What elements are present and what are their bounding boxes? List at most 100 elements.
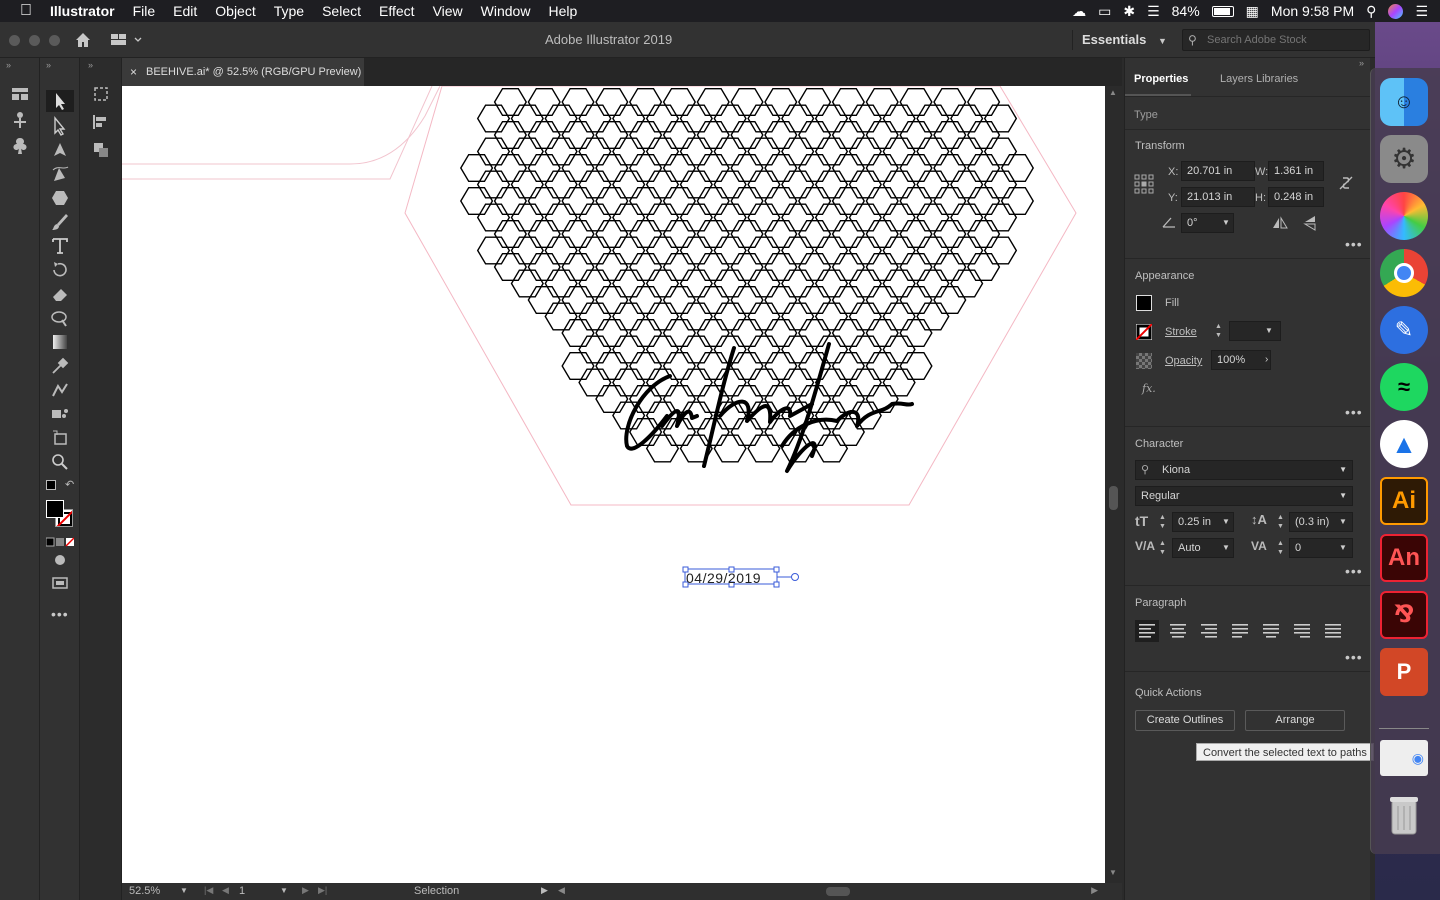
- hexagon-cell[interactable]: [797, 153, 832, 183]
- hexagon-cell[interactable]: [831, 318, 866, 347]
- artwork[interactable]: 04/29/2019: [122, 86, 1105, 883]
- hexagon-cell[interactable]: [966, 186, 1001, 216]
- hexagon-cell[interactable]: [679, 170, 713, 199]
- opacity-label[interactable]: Opacity: [1165, 355, 1202, 367]
- window-close-button[interactable]: [9, 35, 20, 46]
- hexagon-cell[interactable]: [899, 153, 933, 183]
- hexagon-cell[interactable]: [662, 219, 697, 249]
- hexagon-cell[interactable]: [612, 302, 646, 331]
- hexagon-cell[interactable]: [764, 153, 798, 183]
- justify-all-icon[interactable]: [1321, 620, 1345, 642]
- first-artboard-icon[interactable]: |◀: [204, 885, 213, 896]
- hexagon-cell[interactable]: [899, 186, 933, 216]
- effects-fx-icon[interactable]: fx.: [1142, 382, 1156, 395]
- hexagon-cell[interactable]: [696, 153, 730, 183]
- hexagon-cell[interactable]: [679, 269, 713, 298]
- wifi-icon[interactable]: ☰: [1147, 3, 1160, 20]
- hexagon-cell[interactable]: [679, 302, 713, 331]
- hexagon-cell[interactable]: [493, 252, 528, 282]
- hexagon-cell[interactable]: [696, 121, 730, 149]
- hexagon-cell[interactable]: [730, 352, 764, 380]
- hexagon-cell[interactable]: [628, 219, 663, 249]
- hexagon-cell[interactable]: [865, 318, 899, 347]
- hexagon-cell[interactable]: [966, 121, 1001, 149]
- hexagon-cell[interactable]: [730, 219, 764, 249]
- hexagon-cell[interactable]: [848, 170, 882, 199]
- scroll-up-icon[interactable]: ▲: [1109, 88, 1117, 97]
- shape-builder-tool-icon[interactable]: [50, 308, 70, 328]
- hexagon-cell[interactable]: [662, 153, 697, 183]
- hexagon-cell[interactable]: [899, 318, 933, 347]
- hexagon-cell[interactable]: [781, 137, 815, 166]
- hexagon-cell[interactable]: [578, 269, 612, 298]
- hexagon-cell[interactable]: [595, 352, 629, 380]
- align-center-icon[interactable]: [1166, 620, 1190, 642]
- hexagon-cell[interactable]: [966, 88, 1001, 116]
- hexagon-cell[interactable]: [747, 368, 781, 397]
- default-colors-icon[interactable]: [46, 480, 56, 490]
- hexagon-cell[interactable]: [645, 368, 680, 397]
- hexagon-cell[interactable]: [628, 121, 663, 149]
- menu-file[interactable]: File: [124, 0, 165, 22]
- stroke-weight-stepper[interactable]: ▲ ▼: [1215, 322, 1229, 342]
- window-zoom-button[interactable]: [49, 35, 60, 46]
- hexagon-cell[interactable]: [797, 88, 832, 116]
- hexagon-cell[interactable]: [831, 352, 866, 380]
- flip-horizontal-icon[interactable]: [1272, 215, 1288, 231]
- hexagon-cell[interactable]: [493, 88, 528, 116]
- airplay-icon[interactable]: ▭: [1098, 3, 1111, 20]
- hexagon-cell[interactable]: [730, 88, 764, 116]
- menu-illustrator[interactable]: Illustrator: [41, 0, 124, 22]
- hexagon-cell[interactable]: [797, 219, 832, 249]
- canvas[interactable]: 04/29/2019: [122, 86, 1105, 883]
- hexagon-cell[interactable]: [662, 121, 697, 149]
- hexagon-cell[interactable]: [527, 252, 561, 282]
- hexagon-cell[interactable]: [595, 186, 629, 216]
- hexagon-cell[interactable]: [899, 88, 933, 116]
- dock-trash-icon[interactable]: [1380, 790, 1428, 838]
- hexagon-cell[interactable]: [764, 186, 798, 216]
- hexagon-cell[interactable]: [781, 236, 815, 265]
- hexagon-cell[interactable]: [764, 88, 798, 116]
- hexagon-cell[interactable]: [612, 335, 646, 364]
- hexagon-cell[interactable]: [595, 385, 629, 413]
- dock-system-preferences-icon[interactable]: ⚙: [1380, 135, 1428, 183]
- hexagon-cell[interactable]: [510, 104, 544, 133]
- stroke-weight-dropdown-icon[interactable]: ▼: [1265, 321, 1279, 341]
- tab-layers[interactable]: Layers: [1220, 73, 1253, 85]
- collapse-panel-icon[interactable]: »: [6, 60, 11, 70]
- hexagon-cell[interactable]: [781, 104, 815, 133]
- hexagon-cell[interactable]: [628, 285, 663, 315]
- collapse-tools-icon[interactable]: »: [46, 60, 51, 70]
- hexagon-cell[interactable]: [916, 104, 950, 133]
- curvature-tool-icon[interactable]: [50, 164, 70, 184]
- type-tool-icon[interactable]: [50, 236, 70, 256]
- justify-left-icon[interactable]: [1228, 620, 1252, 642]
- hexagon-cell[interactable]: [865, 219, 899, 249]
- dock-animate-icon[interactable]: An: [1380, 534, 1428, 582]
- hexagon-cell[interactable]: [764, 219, 798, 249]
- hexagon-cell[interactable]: [696, 318, 730, 347]
- hexagon-cell[interactable]: [561, 219, 595, 249]
- hexagon-cell[interactable]: [713, 368, 747, 397]
- kerning-stepper[interactable]: ▲ ▼: [1159, 539, 1171, 559]
- hexagon-cell[interactable]: [595, 88, 629, 116]
- hexagon-cell[interactable]: [595, 318, 629, 347]
- hexagon-cell[interactable]: [578, 368, 612, 397]
- hexagon-cell[interactable]: [510, 269, 544, 298]
- hexagon-cell[interactable]: [781, 335, 815, 364]
- menu-help[interactable]: Help: [539, 0, 586, 22]
- align-panel-icon[interactable]: [91, 112, 111, 132]
- hexagon-cell[interactable]: [797, 318, 832, 347]
- hexagon-cell[interactable]: [679, 203, 713, 232]
- hexagon-cell[interactable]: [595, 153, 629, 183]
- hexagon-cell[interactable]: [476, 104, 511, 133]
- hexagon-cell[interactable]: [544, 269, 578, 298]
- dock-powerpoint-icon[interactable]: P: [1380, 648, 1428, 696]
- hexagon-cell[interactable]: [797, 285, 832, 315]
- hexagon-cell[interactable]: [527, 153, 561, 183]
- hexagon-cell[interactable]: [713, 236, 747, 265]
- hexagon-cell[interactable]: [561, 252, 595, 282]
- hexagon-cell[interactable]: [983, 104, 1018, 133]
- scroll-down-icon[interactable]: ▼: [1109, 868, 1117, 877]
